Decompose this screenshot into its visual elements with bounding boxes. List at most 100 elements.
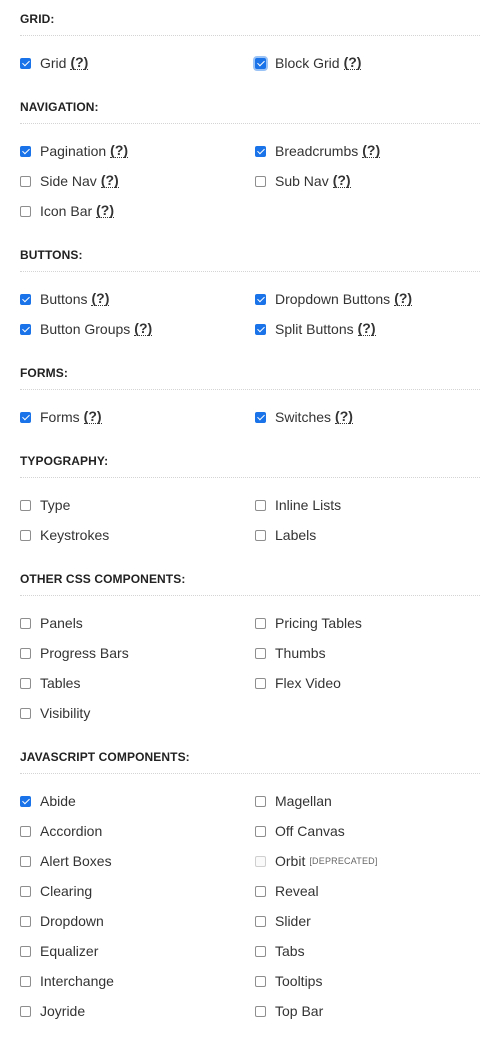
- option-dropdown[interactable]: Dropdown: [20, 906, 255, 936]
- option-switches[interactable]: Switches (?): [255, 402, 480, 432]
- option-type[interactable]: Type: [20, 490, 255, 520]
- checkbox-clearing[interactable]: [20, 885, 31, 897]
- help-link[interactable]: (?): [91, 291, 110, 306]
- option-label: Top Bar: [275, 1003, 324, 1019]
- checkbox-breadcrumbs[interactable]: [255, 145, 266, 157]
- option-equalizer[interactable]: Equalizer: [20, 936, 255, 966]
- checkbox-reveal[interactable]: [255, 885, 266, 897]
- option-labels[interactable]: Labels: [255, 520, 480, 550]
- option-interchange[interactable]: Interchange: [20, 966, 255, 996]
- help-link[interactable]: (?): [394, 291, 413, 306]
- checkbox-dropdown-buttons[interactable]: [255, 293, 266, 305]
- help-link[interactable]: (?): [335, 409, 353, 424]
- checkbox-abide[interactable]: [20, 795, 31, 807]
- checkbox-switches[interactable]: [255, 411, 266, 423]
- checkbox-accordion[interactable]: [20, 825, 31, 837]
- option-inline-lists[interactable]: Inline Lists: [255, 490, 480, 520]
- option-flex-video[interactable]: Flex Video: [255, 668, 480, 698]
- checkbox-pagination[interactable]: [20, 145, 31, 157]
- checkbox-block-grid[interactable]: [255, 57, 266, 69]
- checkbox-tooltips[interactable]: [255, 975, 266, 987]
- checkbox-visibility[interactable]: [20, 707, 31, 719]
- option-label: Flex Video: [275, 675, 341, 691]
- option-grid[interactable]: Grid (?): [20, 48, 255, 78]
- checkbox-orbit: [255, 855, 266, 867]
- option-accordion[interactable]: Accordion: [20, 816, 255, 846]
- option-forms[interactable]: Forms (?): [20, 402, 255, 432]
- checkbox-equalizer[interactable]: [20, 945, 31, 957]
- checkbox-type[interactable]: [20, 499, 31, 511]
- option-pagination[interactable]: Pagination (?): [20, 136, 255, 166]
- option-split-buttons[interactable]: Split Buttons (?): [255, 314, 480, 344]
- option-slider[interactable]: Slider: [255, 906, 480, 936]
- option-top-bar[interactable]: Top Bar: [255, 996, 480, 1026]
- option-tooltips[interactable]: Tooltips: [255, 966, 480, 996]
- option-button-groups[interactable]: Button Groups (?): [20, 314, 255, 344]
- option-sub-nav[interactable]: Sub Nav (?): [255, 166, 480, 196]
- help-link[interactable]: (?): [96, 203, 115, 218]
- option-dropdown-buttons[interactable]: Dropdown Buttons (?): [255, 284, 480, 314]
- option-label: Type: [40, 497, 71, 513]
- checkbox-buttons[interactable]: [20, 293, 31, 305]
- option-progress-bars[interactable]: Progress Bars: [20, 638, 255, 668]
- checkbox-thumbs[interactable]: [255, 647, 266, 659]
- checkbox-icon-bar[interactable]: [20, 205, 31, 217]
- option-label: Grid: [40, 55, 67, 71]
- option-visibility[interactable]: Visibility: [20, 698, 255, 728]
- option-alert-boxes[interactable]: Alert Boxes: [20, 846, 255, 876]
- checkbox-progress-bars[interactable]: [20, 647, 31, 659]
- checkbox-joyride[interactable]: [20, 1005, 31, 1017]
- option-tabs[interactable]: Tabs: [255, 936, 480, 966]
- help-link[interactable]: (?): [357, 321, 376, 336]
- help-link[interactable]: (?): [343, 55, 362, 70]
- checkbox-alert-boxes[interactable]: [20, 855, 31, 867]
- option-block-grid[interactable]: Block Grid (?): [255, 48, 480, 78]
- checkbox-flex-video[interactable]: [255, 677, 266, 689]
- option-label: Equalizer: [40, 943, 99, 959]
- option-keystrokes[interactable]: Keystrokes: [20, 520, 255, 550]
- option-joyride[interactable]: Joyride: [20, 996, 255, 1026]
- help-link[interactable]: (?): [134, 321, 153, 336]
- checkbox-slider[interactable]: [255, 915, 266, 927]
- checkbox-panels[interactable]: [20, 617, 31, 629]
- help-link[interactable]: (?): [70, 55, 89, 70]
- help-link[interactable]: (?): [362, 143, 381, 158]
- help-link[interactable]: (?): [100, 173, 119, 188]
- checkbox-labels[interactable]: [255, 529, 266, 541]
- option-off-canvas[interactable]: Off Canvas: [255, 816, 480, 846]
- checkbox-tabs[interactable]: [255, 945, 266, 957]
- option-label: Panels: [40, 615, 83, 631]
- checkbox-tables[interactable]: [20, 677, 31, 689]
- help-link[interactable]: (?): [110, 143, 129, 158]
- option-tables[interactable]: Tables: [20, 668, 255, 698]
- option-thumbs[interactable]: Thumbs: [255, 638, 480, 668]
- help-link[interactable]: (?): [332, 173, 351, 188]
- checkbox-top-bar[interactable]: [255, 1005, 266, 1017]
- option-label: Switches: [275, 409, 332, 425]
- option-clearing[interactable]: Clearing: [20, 876, 255, 906]
- checkbox-off-canvas[interactable]: [255, 825, 266, 837]
- checkbox-keystrokes[interactable]: [20, 529, 31, 541]
- checkbox-grid[interactable]: [20, 57, 31, 69]
- checkbox-button-groups[interactable]: [20, 323, 31, 335]
- option-breadcrumbs[interactable]: Breadcrumbs (?): [255, 136, 480, 166]
- checkbox-dropdown[interactable]: [20, 915, 31, 927]
- checkbox-split-buttons[interactable]: [255, 323, 266, 335]
- checkbox-side-nav[interactable]: [20, 175, 31, 187]
- help-link[interactable]: (?): [83, 409, 102, 424]
- checkbox-pricing-tables[interactable]: [255, 617, 266, 629]
- option-side-nav[interactable]: Side Nav (?): [20, 166, 255, 196]
- checkbox-inline-lists[interactable]: [255, 499, 266, 511]
- option-panels[interactable]: Panels: [20, 608, 255, 638]
- option-pricing-tables[interactable]: Pricing Tables: [255, 608, 480, 638]
- checkbox-forms[interactable]: [20, 411, 31, 423]
- option-reveal[interactable]: Reveal: [255, 876, 480, 906]
- option-icon-bar[interactable]: Icon Bar (?): [20, 196, 255, 226]
- checkbox-sub-nav[interactable]: [255, 175, 266, 187]
- option-label: Progress Bars: [40, 645, 129, 661]
- checkbox-interchange[interactable]: [20, 975, 31, 987]
- option-buttons[interactable]: Buttons (?): [20, 284, 255, 314]
- option-abide[interactable]: Abide: [20, 786, 255, 816]
- option-magellan[interactable]: Magellan: [255, 786, 480, 816]
- checkbox-magellan[interactable]: [255, 795, 266, 807]
